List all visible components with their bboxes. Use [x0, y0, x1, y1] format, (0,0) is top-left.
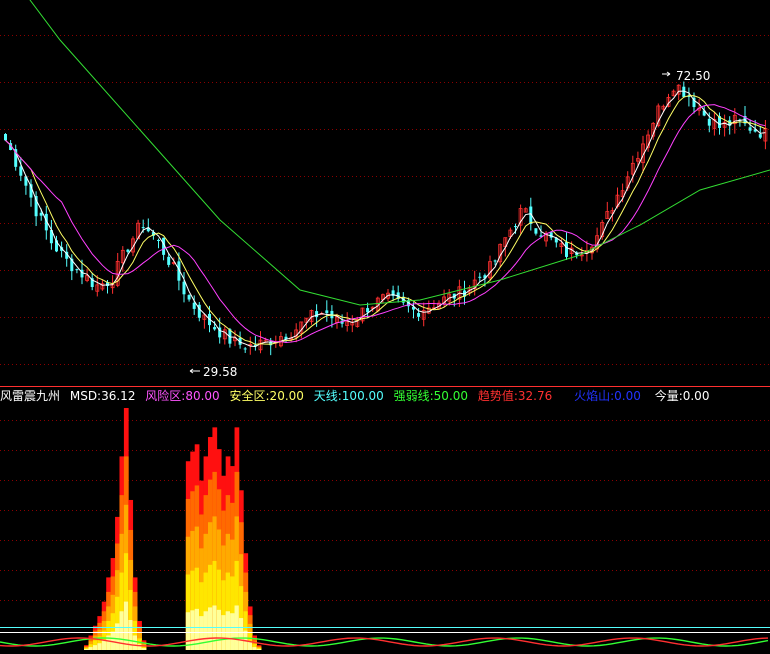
flame-bar — [97, 643, 103, 650]
candle-body — [478, 276, 482, 278]
high-arrow-icon — [662, 71, 671, 77]
high-price-label: 72.50 — [676, 69, 710, 83]
flame-bar — [252, 647, 257, 650]
flame-bar — [230, 613, 235, 650]
candle-body — [565, 242, 568, 257]
candle-body — [315, 311, 319, 318]
flame-bar — [88, 647, 94, 650]
candle-body — [141, 227, 145, 229]
flame-bar — [199, 616, 204, 650]
candle-body — [549, 232, 553, 238]
indicator-name: 风雷震九州 — [0, 389, 61, 403]
legend-strong-weak-line: 强弱线:50.00 — [393, 389, 469, 403]
flame-bar — [132, 635, 138, 650]
flame-bar — [238, 618, 244, 650]
flame-bar — [123, 601, 129, 650]
candle-body — [167, 256, 171, 265]
candle-body — [126, 249, 130, 252]
flame-bar — [225, 611, 231, 650]
candle-body — [182, 281, 186, 295]
flame-bar — [110, 631, 116, 650]
flame-bar — [256, 649, 262, 650]
flame-bar — [141, 648, 147, 650]
stock-chart: 72.50 29.58 — [0, 0, 770, 650]
legend-trend-value: 趋势值:32.76 — [477, 389, 553, 403]
flame-bar — [92, 645, 98, 650]
candle-body — [366, 308, 370, 313]
ma-line-slow — [5, 104, 766, 343]
low-price-label: 29.58 — [203, 365, 237, 379]
candle-body — [748, 127, 752, 131]
legend-msd: MSD:36.12 — [69, 389, 136, 403]
candle-body — [534, 228, 538, 234]
legend-safe-zone: 安全区:20.00 — [229, 389, 304, 403]
candle-body — [157, 239, 160, 241]
flame-bar — [84, 649, 89, 650]
candle-body — [75, 269, 79, 271]
candle-body — [514, 226, 517, 228]
legend-today-volume: 今量:0.00 — [654, 389, 710, 403]
low-arrow-icon — [189, 368, 200, 374]
candle-body — [243, 348, 247, 350]
flame-bar — [101, 640, 107, 650]
flame-bar — [216, 609, 222, 650]
candle-body — [187, 295, 191, 300]
candle-body — [417, 313, 421, 317]
candle-body — [758, 134, 762, 138]
legend-flame-mountain: 火焰山:0.00 — [574, 389, 641, 403]
candle-body — [4, 134, 7, 141]
flame-bar — [203, 611, 209, 650]
legend-risk-zone: 风险区:80.00 — [145, 389, 220, 403]
candle-body — [325, 310, 329, 314]
candle-body — [493, 260, 497, 262]
candle-body — [192, 302, 196, 309]
legend-sky-line: 天线:100.00 — [313, 389, 384, 403]
candle-body — [707, 118, 711, 126]
ma-line-long — [29, 0, 770, 306]
flame-bar — [207, 607, 213, 650]
indicator-legend: 风雷震九州 MSD:36.12 风险区:80.00 安全区:20.00 天线:1… — [0, 388, 709, 404]
candle-body — [213, 327, 217, 330]
